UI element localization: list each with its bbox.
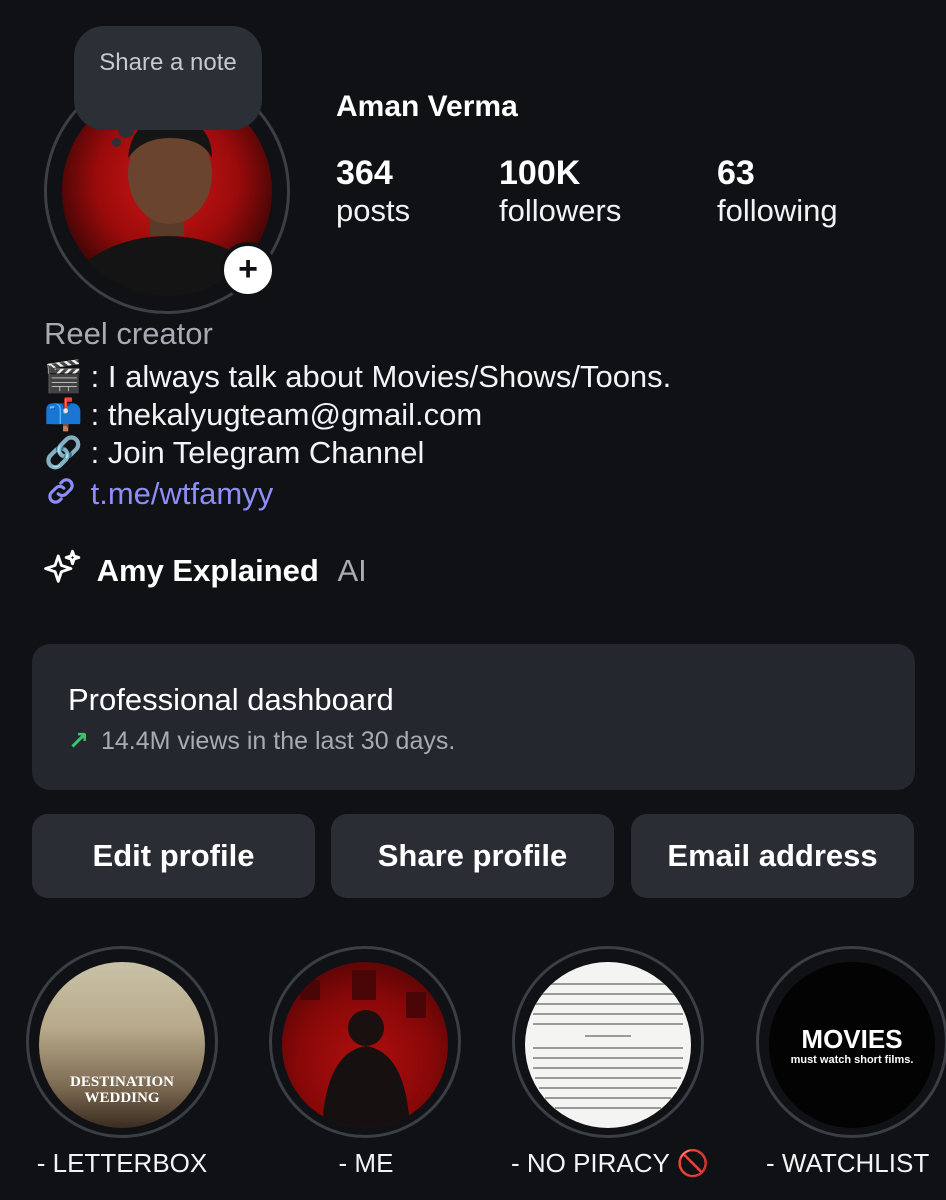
- sparkle-icon: [44, 548, 88, 594]
- highlight-cover-text: DESTINATION WEDDING: [70, 1074, 174, 1106]
- email-address-button[interactable]: Email address: [631, 814, 914, 898]
- ai-name: Amy Explained: [96, 553, 319, 588]
- highlight-cover-watchlist: MOVIES must watch short films.: [769, 962, 935, 1128]
- profile-name: Aman Verma: [336, 90, 518, 123]
- stat-posts[interactable]: 364 posts: [336, 154, 410, 229]
- note-bubble-tail-small: [112, 138, 121, 147]
- share-note-label: Share a note: [99, 49, 237, 76]
- edit-profile-button[interactable]: Edit profile: [32, 814, 315, 898]
- highlight-cover-me: [282, 962, 448, 1128]
- profile-category: Reel creator: [44, 316, 213, 351]
- highlight-label: - NO PIRACY 🚫: [510, 1148, 710, 1178]
- dashboard-subtitle: ↗ 14.4M views in the last 30 days.: [68, 726, 455, 756]
- ai-profile-link[interactable]: Amy Explained AI: [44, 548, 367, 594]
- bio-line: 📫 : thekalyugteam@gmail.com: [44, 396, 482, 433]
- highlight-cover-no-piracy: [525, 962, 691, 1128]
- link-emoji-icon: 🔗: [44, 435, 83, 470]
- share-profile-button[interactable]: Share profile: [331, 814, 614, 898]
- profile-link-text: t.me/wtfamyy: [90, 476, 274, 511]
- bio-line: 🔗 : Join Telegram Channel: [44, 434, 424, 471]
- clapperboard-icon: 🎬: [44, 359, 83, 394]
- add-story-button[interactable]: +: [220, 242, 276, 298]
- stat-following[interactable]: 63 following: [717, 154, 838, 229]
- highlight-cover-subtitle: must watch short films.: [790, 1054, 914, 1066]
- highlight-label: - WATCHLIST: [766, 1148, 930, 1178]
- profile-link[interactable]: t.me/wtfamyy: [44, 474, 273, 516]
- bio-text: : I always talk about Movies/Shows/Toons…: [90, 359, 672, 394]
- stat-followers[interactable]: 100K followers: [499, 154, 621, 229]
- bio-text: : thekalyugteam@gmail.com: [90, 397, 483, 432]
- trend-up-icon: ↗: [68, 727, 89, 755]
- share-note-bubble[interactable]: Share a note: [74, 26, 262, 130]
- highlight-label: - LETTERBOX: [36, 1148, 208, 1178]
- mailbox-icon: 📫: [44, 397, 83, 432]
- stat-posts-value: 364: [336, 154, 393, 192]
- bio-text: : Join Telegram Channel: [90, 435, 425, 470]
- highlight-cover-title: MOVIES: [801, 1024, 903, 1054]
- stat-following-label: following: [717, 193, 838, 228]
- ai-badge: AI: [337, 553, 367, 588]
- bio-line: 🎬 : I always talk about Movies/Shows/Too…: [44, 358, 671, 395]
- stat-followers-label: followers: [499, 193, 622, 228]
- link-icon: [44, 474, 82, 516]
- stat-following-value: 63: [717, 154, 755, 192]
- highlight-label: - ME: [338, 1148, 394, 1178]
- stat-posts-label: posts: [336, 193, 411, 228]
- dashboard-views: 14.4M views in the last 30 days.: [100, 727, 456, 755]
- highlight-cover-letterbox: DESTINATION WEDDING: [39, 962, 205, 1128]
- stat-followers-value: 100K: [499, 154, 581, 192]
- dashboard-title: Professional dashboard: [68, 682, 394, 717]
